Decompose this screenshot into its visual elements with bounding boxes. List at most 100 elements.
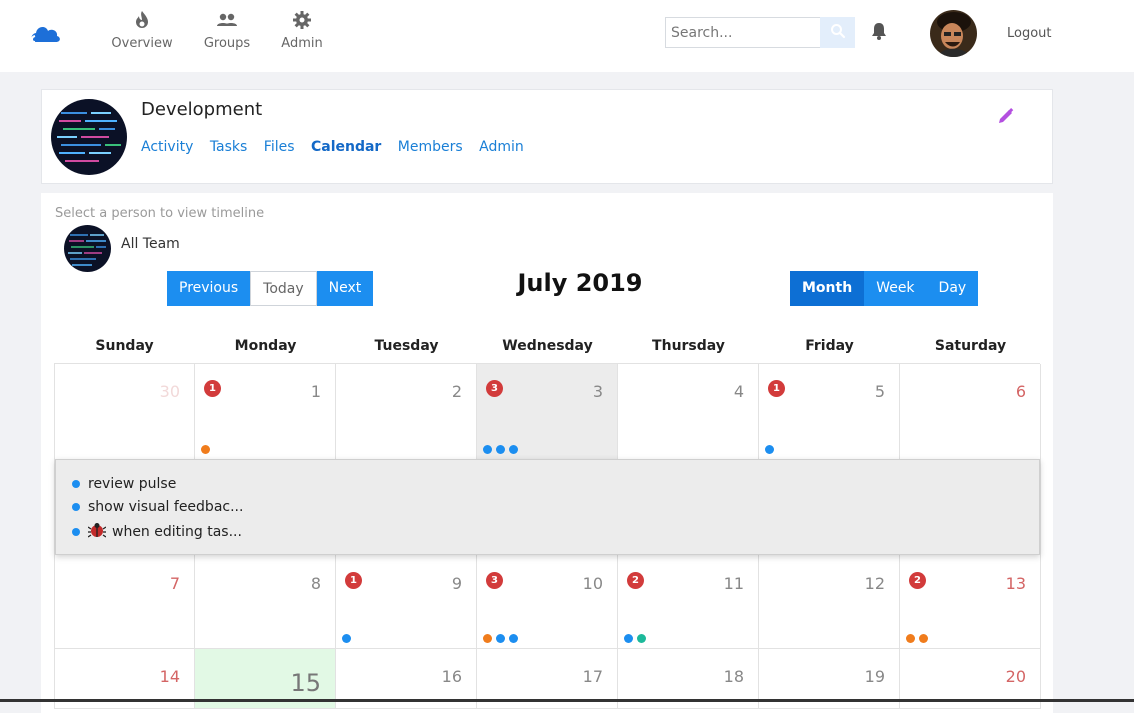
events-popover: review pulse show visual feedbac... when… bbox=[55, 459, 1040, 555]
edit-pencil-icon[interactable] bbox=[997, 107, 1015, 129]
cloud-logo-icon[interactable] bbox=[28, 20, 62, 48]
week-view-button[interactable]: Week bbox=[864, 271, 927, 306]
tab-admin[interactable]: Admin bbox=[479, 139, 524, 155]
popover-event-item[interactable]: show visual feedbac... bbox=[72, 499, 243, 515]
tab-calendar[interactable]: Calendar bbox=[311, 139, 381, 155]
day-number: 8 bbox=[310, 574, 321, 593]
event-count-badge: 3 bbox=[486, 572, 503, 589]
event-dot[interactable] bbox=[509, 445, 518, 454]
weekday-header: Tuesday bbox=[374, 338, 439, 354]
event-count-badge: 2 bbox=[909, 572, 926, 589]
event-count-badge: 1 bbox=[204, 380, 221, 397]
weekday-header: Sunday bbox=[95, 338, 154, 354]
event-dot[interactable] bbox=[483, 445, 492, 454]
day-cell[interactable]: 2 bbox=[336, 364, 477, 460]
event-count-badge: 2 bbox=[627, 572, 644, 589]
group-tabs: Activity Tasks Files Calendar Members Ad… bbox=[141, 139, 536, 155]
event-dot bbox=[72, 503, 80, 511]
day-cell[interactable]: 30 bbox=[54, 364, 195, 460]
day-cell-selected[interactable]: 3 3 bbox=[477, 364, 618, 460]
tab-files[interactable]: Files bbox=[264, 139, 295, 155]
calendar-panel: Select a person to view timeline All Tea… bbox=[41, 193, 1053, 713]
event-dot[interactable] bbox=[637, 634, 646, 643]
group-image bbox=[51, 99, 127, 175]
event-dots bbox=[342, 634, 351, 643]
flame-icon bbox=[102, 10, 182, 32]
nav-admin-label: Admin bbox=[281, 36, 323, 51]
search-button[interactable] bbox=[820, 17, 855, 48]
day-number: 30 bbox=[159, 382, 180, 401]
all-team-label[interactable]: All Team bbox=[121, 236, 180, 252]
search-box bbox=[665, 17, 855, 48]
weekday-header: Monday bbox=[234, 338, 297, 354]
day-number: 3 bbox=[592, 382, 603, 401]
event-dot[interactable] bbox=[342, 634, 351, 643]
event-dot bbox=[72, 528, 80, 536]
tab-members[interactable]: Members bbox=[398, 139, 463, 155]
timeline-hint: Select a person to view timeline bbox=[55, 206, 265, 221]
event-dot[interactable] bbox=[509, 634, 518, 643]
top-navbar: Overview Groups Admin Search... Logout bbox=[0, 0, 1134, 72]
all-team-avatar[interactable] bbox=[64, 225, 111, 272]
nav-overview-label: Overview bbox=[111, 36, 173, 51]
nav-groups-label: Groups bbox=[203, 36, 251, 51]
event-title: review pulse bbox=[88, 476, 177, 492]
day-number: 18 bbox=[723, 667, 744, 686]
day-number: 1 bbox=[310, 382, 321, 401]
search-input[interactable] bbox=[665, 17, 825, 48]
view-button-group: Month Week Day bbox=[790, 271, 979, 306]
event-dots bbox=[483, 445, 518, 454]
day-number: 19 bbox=[864, 667, 885, 686]
event-dot[interactable] bbox=[906, 634, 915, 643]
day-number: 17 bbox=[582, 667, 603, 686]
event-dot[interactable] bbox=[483, 634, 492, 643]
day-number: 9 bbox=[451, 574, 462, 593]
event-dots bbox=[201, 445, 210, 454]
nav-groups[interactable]: Groups bbox=[187, 10, 267, 51]
event-dot[interactable] bbox=[496, 445, 505, 454]
day-number: 15 bbox=[290, 669, 321, 697]
event-dots bbox=[765, 445, 774, 454]
day-number: 7 bbox=[169, 574, 180, 593]
group-title: Development bbox=[141, 99, 263, 120]
popover-event-item[interactable]: review pulse bbox=[72, 476, 176, 492]
weekday-header: Friday bbox=[805, 338, 854, 354]
event-dot[interactable] bbox=[624, 634, 633, 643]
event-dot[interactable] bbox=[201, 445, 210, 454]
day-number: 10 bbox=[582, 574, 603, 593]
day-number: 4 bbox=[733, 382, 744, 401]
day-cell[interactable]: 6 bbox=[900, 364, 1041, 460]
day-cell[interactable]: 1 1 bbox=[195, 364, 336, 460]
event-dots bbox=[624, 634, 646, 643]
day-cell[interactable]: 4 bbox=[618, 364, 759, 460]
day-number: 5 bbox=[874, 382, 885, 401]
day-number: 2 bbox=[451, 382, 462, 401]
event-dot[interactable] bbox=[919, 634, 928, 643]
event-title: when editing tas... bbox=[112, 524, 242, 540]
tab-tasks[interactable]: Tasks bbox=[210, 139, 248, 155]
day-number: 20 bbox=[1005, 667, 1026, 686]
day-view-button[interactable]: Day bbox=[926, 271, 979, 306]
user-avatar[interactable] bbox=[930, 10, 977, 57]
nav-overview[interactable]: Overview bbox=[102, 10, 182, 51]
weekday-header: Thursday bbox=[652, 338, 725, 354]
weekday-header: Saturday bbox=[934, 338, 1007, 354]
event-dot bbox=[72, 480, 80, 488]
bug-icon bbox=[87, 522, 107, 542]
day-number: 16 bbox=[441, 667, 462, 686]
event-count-badge: 3 bbox=[486, 380, 503, 397]
tab-activity[interactable]: Activity bbox=[141, 139, 193, 155]
group-header: Development Activity Tasks Files Calenda… bbox=[41, 89, 1053, 184]
month-view-button[interactable]: Month bbox=[790, 271, 865, 306]
bell-icon[interactable] bbox=[870, 21, 888, 45]
nav-admin[interactable]: Admin bbox=[262, 10, 342, 51]
event-dot[interactable] bbox=[765, 445, 774, 454]
popover-event-item[interactable]: when editing tas... bbox=[72, 522, 242, 542]
logout-link[interactable]: Logout bbox=[1007, 26, 1052, 41]
event-dot[interactable] bbox=[496, 634, 505, 643]
event-count-badge: 1 bbox=[768, 380, 785, 397]
day-cell[interactable]: 1 5 bbox=[759, 364, 900, 460]
event-title: show visual feedbac... bbox=[88, 499, 244, 515]
event-dots bbox=[483, 634, 518, 643]
gear-icon bbox=[262, 10, 342, 32]
